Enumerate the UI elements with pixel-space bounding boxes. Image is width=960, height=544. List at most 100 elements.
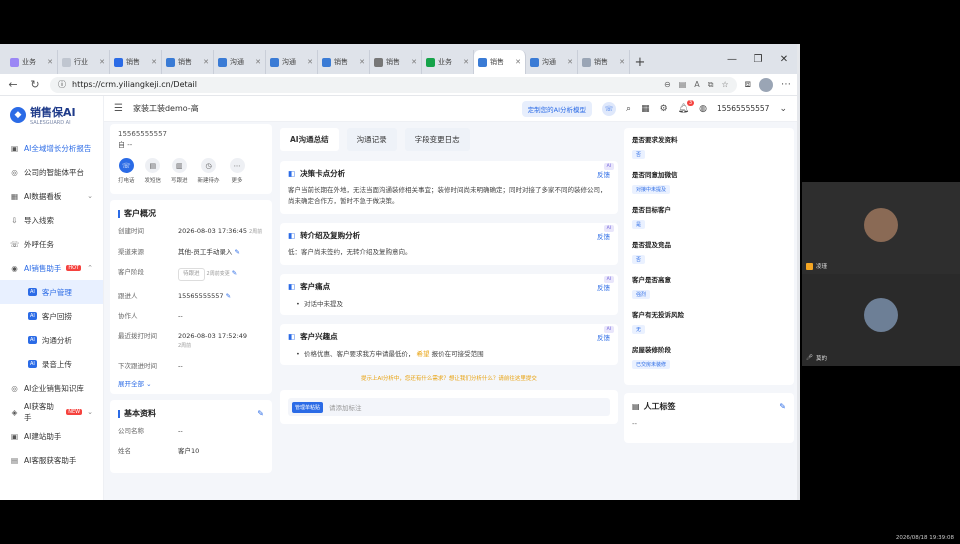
browser-tab[interactable]: 沟通 ✕ bbox=[266, 50, 318, 74]
sms-action[interactable]: ▤ 发短信 bbox=[145, 158, 161, 184]
ai-summary-column: AI沟通总结 沟通记录 字段变更日志 AI ◧ 决策卡点分析 反馈 客户当前长期在外… bbox=[280, 128, 618, 500]
attribute-item: 是否同意加微信 对接中未提及 bbox=[632, 171, 678, 194]
close-tab-icon[interactable]: ✕ bbox=[359, 58, 365, 66]
expand-all-link[interactable]: 展开全部 ⌄ bbox=[118, 378, 264, 388]
more-action[interactable]: ⋯ 更多 bbox=[229, 158, 245, 184]
edit-icon[interactable]: ✎ bbox=[234, 248, 239, 256]
browser-tab[interactable]: 业务 ✕ bbox=[6, 50, 58, 74]
sidebar-item-sales-assistant[interactable]: ◉ AI销售助手 HOT ⌃ bbox=[0, 256, 103, 280]
close-tab-icon[interactable]: ✕ bbox=[567, 58, 573, 66]
user-account[interactable]: 15565555557 bbox=[717, 104, 770, 113]
sidebar-item-dashboard[interactable]: ▦ AI数据看板 ⌄ bbox=[0, 184, 103, 208]
collections-icon[interactable]: ⧈ bbox=[745, 79, 751, 90]
close-tab-icon[interactable]: ✕ bbox=[619, 58, 625, 66]
profile-avatar[interactable] bbox=[759, 77, 773, 92]
close-tab-icon[interactable]: ✕ bbox=[255, 58, 261, 66]
restore-icon[interactable]: ❐ bbox=[745, 44, 771, 74]
sidebar-sub-customer-management[interactable]: AI 客户管理 bbox=[0, 280, 103, 304]
browser-tab[interactable]: 销售 ✕ bbox=[162, 50, 214, 74]
call-action[interactable]: ☏ 打电话 bbox=[118, 158, 135, 184]
browser-tab[interactable]: 销售 ✕ bbox=[110, 50, 162, 74]
headset-icon[interactable]: ◍ bbox=[699, 104, 707, 114]
browser-tab[interactable]: 业务 ✕ bbox=[422, 50, 474, 74]
translate-icon[interactable]: A bbox=[694, 80, 699, 90]
close-tab-icon[interactable]: ✕ bbox=[463, 58, 469, 66]
minimize-icon[interactable]: — bbox=[719, 44, 745, 74]
sidebar-sub-recording-upload[interactable]: AI 录音上传 bbox=[0, 352, 103, 376]
settings-icon[interactable]: ⚙ bbox=[660, 104, 668, 114]
reload-icon[interactable]: ↻ bbox=[28, 78, 42, 91]
url-field[interactable]: ⓘ https://crm.yiliangkeji.cn/Detail ⊖ ▤ … bbox=[50, 76, 737, 93]
new-tab-button[interactable]: + bbox=[630, 50, 650, 74]
feedback-link[interactable]: 反馈 bbox=[597, 169, 610, 179]
browser-tab[interactable]: 销售 ✕ bbox=[370, 50, 422, 74]
lead-icon: ◈ bbox=[11, 407, 18, 417]
sidebar-item-report[interactable]: ▣ AI全域增长分析报告 bbox=[0, 136, 103, 160]
field-customer-stage: 客户阶段 待跟进 2周前变更 ✎ bbox=[118, 268, 264, 281]
browser-tab[interactable]: 销售 ✕ bbox=[578, 50, 630, 74]
browser-tab[interactable]: 行业 ✕ bbox=[58, 50, 110, 74]
edit-icon[interactable]: ✎ bbox=[257, 409, 264, 418]
pain-point-item: • 对话中未提及 bbox=[296, 300, 343, 308]
browser-tab[interactable]: 销售 ✕ bbox=[474, 50, 526, 74]
close-tab-icon[interactable]: ✕ bbox=[151, 58, 157, 66]
calendar-icon[interactable]: ▦ bbox=[641, 104, 650, 114]
extensions-icon[interactable]: ⧉ bbox=[708, 80, 714, 90]
close-tab-icon[interactable]: ✕ bbox=[411, 58, 417, 66]
note-tag[interactable]: 管理单粘贴 bbox=[292, 401, 324, 413]
ai-request-hint[interactable]: 提示上AI分析中，您还有什么需求？想让我们分析什么？请前往这里提交 bbox=[280, 374, 618, 382]
recording-timestamp: 2026/08/18 19:39:08 bbox=[895, 535, 954, 541]
close-tab-icon[interactable]: ✕ bbox=[203, 58, 209, 66]
favorites-icon[interactable]: ☆ bbox=[721, 80, 728, 90]
close-tab-icon[interactable]: ✕ bbox=[99, 58, 105, 66]
edit-icon[interactable]: ✎ bbox=[779, 402, 786, 411]
note-input[interactable]: 管理单粘贴 请添加标注 bbox=[288, 398, 610, 416]
feedback-link[interactable]: 反馈 bbox=[597, 231, 610, 241]
sidebar-item-call-task[interactable]: ☏ 外呼任务 bbox=[0, 232, 103, 256]
todo-action[interactable]: ◷ 新建待办 bbox=[198, 158, 220, 184]
sidebar-item-agent-platform[interactable]: ◎ 公司的智能体平台 bbox=[0, 160, 103, 184]
sidebar-item-knowledge-base[interactable]: ◎ AI企业销售知识库 bbox=[0, 376, 103, 400]
chevron-down-icon[interactable]: ⌄ bbox=[779, 104, 787, 114]
edit-icon[interactable]: ✎ bbox=[226, 292, 231, 300]
menu-icon[interactable]: ☰ bbox=[114, 103, 123, 114]
close-tab-icon[interactable]: ✕ bbox=[515, 58, 521, 66]
close-icon[interactable]: ✕ bbox=[771, 44, 797, 74]
field-follower: 跟进人 15565555557 ✎ bbox=[118, 292, 232, 300]
phone-call-icon[interactable]: ☏ bbox=[602, 101, 617, 116]
browser-tab[interactable]: 沟通 ✕ bbox=[214, 50, 266, 74]
sidebar-item-lead-assistant[interactable]: ◈ AI获客助手 NEW ⌄ bbox=[0, 400, 103, 424]
video-tile-1[interactable]: 凌瑾 bbox=[802, 182, 960, 274]
sidebar-sub-customer-recall[interactable]: AI 客户回捞 bbox=[0, 304, 103, 328]
search-icon[interactable]: ⌕ bbox=[626, 104, 631, 114]
contact-card: 15565555557 自 -- ☏ 打电话 ▤ 发短信 ▥ 写跟进 ◷ 新建待办 ⋯ 更… bbox=[110, 124, 272, 194]
tab-communication-records[interactable]: 沟通记录 bbox=[346, 128, 397, 151]
followup-action[interactable]: ▥ 写跟进 bbox=[171, 158, 188, 184]
attributes-card: 是否要求发资料否是否同意加微信 对接中未提及 是否目标客户是是否提及竞品否客户是否高… bbox=[624, 128, 794, 385]
stage-pill[interactable]: 待跟进 bbox=[178, 268, 205, 281]
top-bar: ☰ 家装工装demo-高 定制您的AI分析模型 ☏ ⌕ ▦ ⚙ 🔔︎ 3 ◍ 15… bbox=[104, 96, 797, 122]
main-content: ☰ 家装工装demo-高 定制您的AI分析模型 ☏ ⌕ ▦ ⚙ 🔔︎ 3 ◍ 15… bbox=[104, 96, 797, 500]
site-info-icon[interactable]: ⓘ bbox=[58, 79, 66, 90]
close-tab-icon[interactable]: ✕ bbox=[47, 58, 53, 66]
back-icon[interactable]: ← bbox=[6, 78, 20, 91]
attribute-item: 是否目标客户是 bbox=[632, 206, 671, 229]
feedback-link[interactable]: 反馈 bbox=[597, 332, 610, 342]
sidebar-sub-communication-analysis[interactable]: AI 沟通分析 bbox=[0, 328, 103, 352]
browser-tab[interactable]: 沟通 ✕ bbox=[526, 50, 578, 74]
tab-ai-summary[interactable]: AI沟通总结 bbox=[280, 128, 339, 151]
close-tab-icon[interactable]: ✕ bbox=[307, 58, 313, 66]
more-icon[interactable]: ⋯ bbox=[781, 79, 791, 90]
bell-icon[interactable]: 🔔︎ 3 bbox=[678, 99, 695, 114]
zoom-icon[interactable]: ⊖ bbox=[664, 80, 671, 90]
feedback-link[interactable]: 反馈 bbox=[597, 282, 610, 292]
tab-field-change-log[interactable]: 字段变更日志 bbox=[404, 128, 470, 151]
browser-tab[interactable]: 销售 ✕ bbox=[318, 50, 370, 74]
custom-ai-model-button[interactable]: 定制您的AI分析模型 bbox=[521, 100, 593, 117]
reader-icon[interactable]: ▤ bbox=[679, 80, 687, 90]
edit-icon[interactable]: ✎ bbox=[232, 269, 237, 277]
video-tile-2[interactable]: 🎤︎ 莫的 bbox=[802, 274, 960, 366]
sidebar-item-site-builder[interactable]: ▣ AI建站助手 bbox=[0, 424, 103, 448]
sidebar-item-import[interactable]: ⇩ 导入线索 bbox=[0, 208, 103, 232]
sidebar-item-service-assistant[interactable]: ▤ AI客服获客助手 bbox=[0, 448, 103, 472]
